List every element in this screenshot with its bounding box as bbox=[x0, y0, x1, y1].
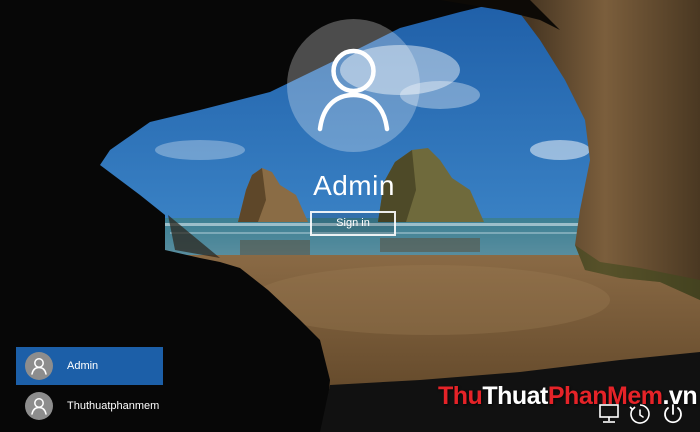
user-list-item-admin[interactable]: Admin bbox=[16, 347, 163, 385]
watermark-part: Thu bbox=[438, 382, 483, 410]
user-list-item-thuthuatphanmem[interactable]: Thuthuatphanmem bbox=[16, 387, 163, 425]
user-icon bbox=[31, 358, 47, 375]
user-avatar-small bbox=[25, 392, 53, 420]
power-icon[interactable] bbox=[661, 402, 685, 426]
sign-in-button[interactable]: Sign in bbox=[310, 211, 396, 236]
user-avatar-small bbox=[25, 352, 53, 380]
user-list-item-label: Admin bbox=[67, 360, 99, 372]
user-switcher-list: Admin Thuthuatphanmem bbox=[16, 347, 163, 427]
user-icon bbox=[31, 398, 47, 415]
username-label: Admin bbox=[313, 170, 395, 201]
user-icon bbox=[317, 48, 390, 132]
watermark-part: Thuat bbox=[482, 382, 548, 410]
network-icon[interactable] bbox=[597, 402, 621, 426]
ease-of-access-icon[interactable] bbox=[628, 402, 652, 426]
user-list-item-label: Thuthuatphanmem bbox=[67, 400, 160, 412]
user-avatar bbox=[287, 19, 420, 152]
watermark-logo: ThuThuatPhanMem.vn bbox=[438, 382, 698, 411]
